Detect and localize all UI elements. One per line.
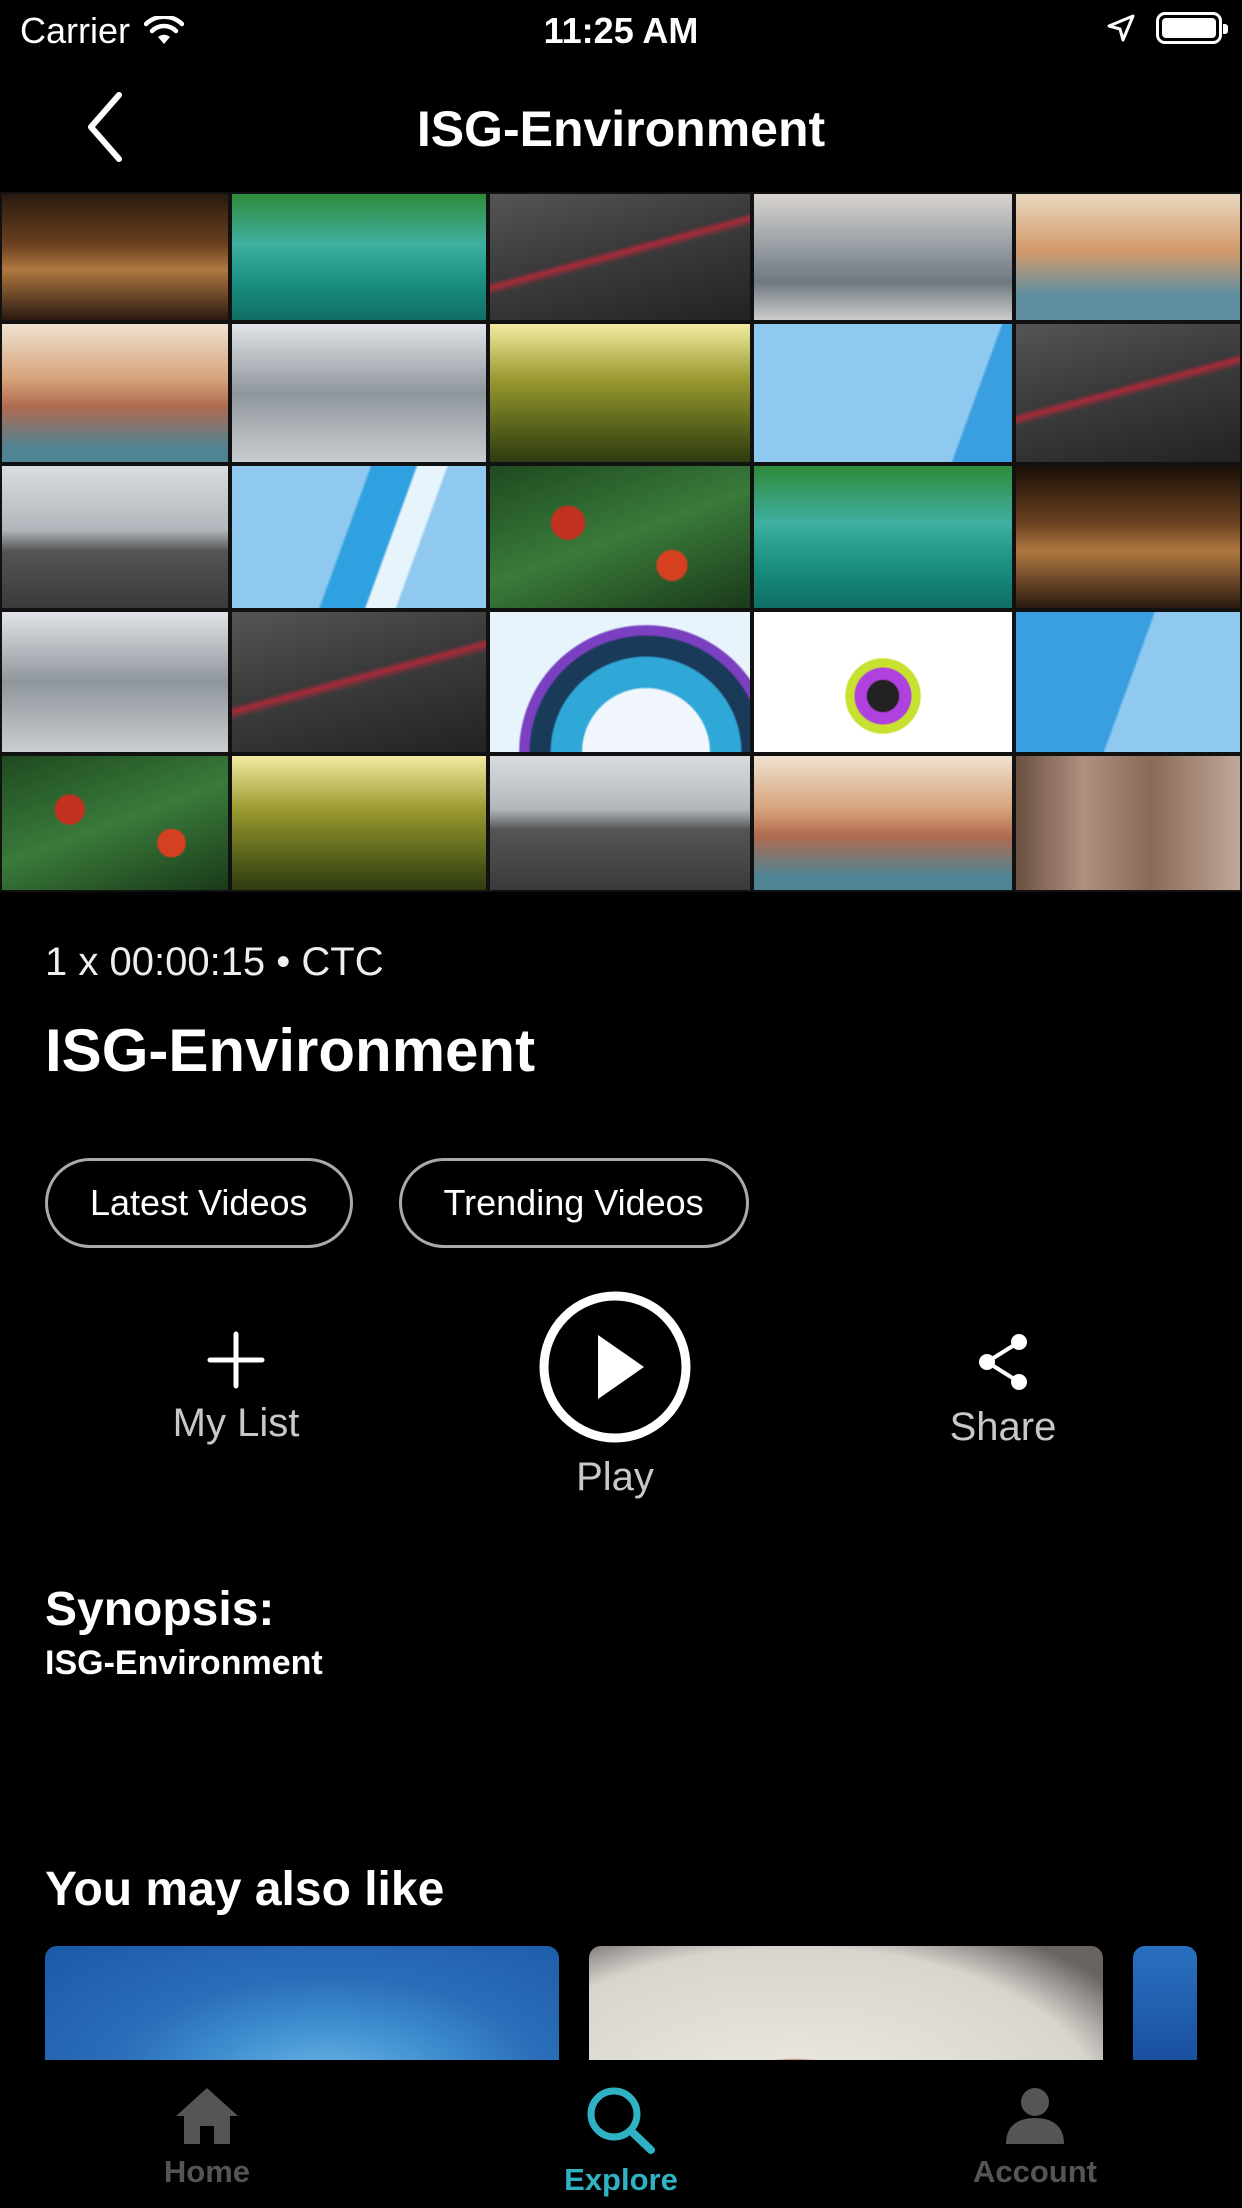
hero-tile [230, 464, 488, 610]
location-arrow-icon [1107, 14, 1135, 42]
hero-thumbnail-mosaic[interactable] [0, 192, 1242, 892]
status-time: 11:25 AM [543, 10, 699, 51]
hero-tile [230, 754, 488, 892]
navigation-bar: ISG-Environment [0, 62, 1242, 190]
play-label: Play [576, 1455, 654, 1499]
hero-tile [230, 322, 488, 464]
hero-tile [230, 192, 488, 322]
battery-icon [1156, 12, 1228, 44]
hero-tile [488, 322, 752, 464]
hero-tile [0, 322, 230, 464]
play-icon [539, 1291, 691, 1443]
search-icon [587, 2087, 655, 2154]
hero-tile [1014, 464, 1242, 610]
hero-tile [230, 610, 488, 754]
nav-title: ISG-Environment [416, 101, 826, 157]
hero-tile [488, 192, 752, 322]
tab-explore-label: Explore [564, 2162, 678, 2197]
synopsis-text: ISG-Environment [45, 1644, 323, 1682]
hero-tile [752, 192, 1014, 322]
play-button[interactable]: Play [515, 1290, 715, 1500]
synopsis-heading: Synopsis: [45, 1583, 275, 1636]
tab-account-label: Account [973, 2154, 1097, 2189]
content-meta: 1 x 00:00:15 • CTC [45, 940, 384, 984]
hero-tile [488, 464, 752, 610]
my-list-button[interactable]: My List [136, 1330, 336, 1446]
category-chips: Latest Videos Trending Videos [45, 1158, 749, 1248]
hero-tile [0, 464, 230, 610]
tab-account[interactable]: Account [828, 2060, 1242, 2208]
plus-icon [207, 1331, 265, 1389]
hero-tile [0, 610, 230, 754]
content-title: ISG-Environment [45, 1017, 536, 1084]
hero-tile [488, 754, 752, 892]
share-label: Share [949, 1405, 1057, 1449]
my-list-label: My List [172, 1401, 300, 1445]
share-icon [979, 1334, 1027, 1390]
tab-explore[interactable]: Explore [414, 2060, 828, 2208]
hero-tile [488, 610, 752, 754]
recommendation-card[interactable] [1133, 1946, 1197, 2060]
tab-home[interactable]: Home [0, 2060, 414, 2208]
home-icon [176, 2088, 238, 2144]
hero-tile [1014, 610, 1242, 754]
hero-tile [1014, 754, 1242, 892]
hero-tile [752, 464, 1014, 610]
recommendation-card[interactable] [45, 1946, 559, 2060]
hero-tile [0, 192, 230, 322]
hero-tile [752, 322, 1014, 464]
recommendation-card[interactable] [589, 1946, 1103, 2060]
share-button[interactable]: Share [903, 1330, 1103, 1450]
account-icon [1006, 2088, 1064, 2144]
tab-bar: Home Explore Account [0, 2060, 1242, 2208]
hero-tile [0, 754, 230, 892]
hero-tile [1014, 322, 1242, 464]
chip-latest-videos[interactable]: Latest Videos [45, 1158, 353, 1248]
hero-tile [1014, 192, 1242, 322]
recommendations-heading: You may also like [45, 1863, 445, 1916]
status-bar: Carrier 11:25 AM [0, 0, 1242, 62]
chip-trending-videos[interactable]: Trending Videos [398, 1158, 749, 1248]
recommendations-row [45, 1946, 1197, 2060]
tab-home-label: Home [163, 2154, 251, 2189]
hero-tile [752, 610, 1014, 754]
hero-tile [752, 754, 1014, 892]
